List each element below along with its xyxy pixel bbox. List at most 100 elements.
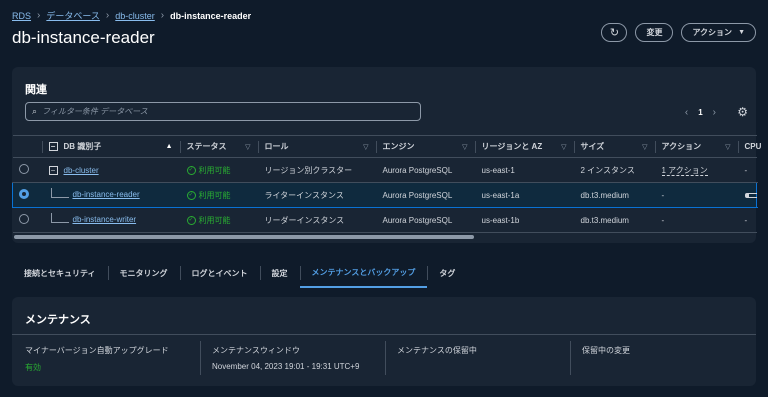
sort-icon: ▽ [245,144,251,151]
maintenance-window-value: November 04, 2023 19:01 - 19:31 UTC+9 [212,362,360,371]
divider [12,334,756,335]
region-cell: us-east-1b [475,207,575,233]
related-title: 関連 [25,84,47,96]
engine-cell: Aurora PostgreSQL [376,182,476,208]
size-cell: db.t3.medium [574,182,656,208]
region-cell: us-east-1 [475,157,575,183]
sort-icon: ▽ [642,144,648,151]
refresh-button[interactable]: ↻ [601,23,628,42]
collapse-all-icon[interactable]: − [48,142,58,151]
chevron-right-icon: › [160,10,165,21]
tree-connector [50,213,69,223]
role-cell: リージョン別クラスター [258,157,377,183]
cpu-bar-fill [745,193,749,197]
tab-logs-events[interactable]: ログとイベント [179,258,260,288]
row-radio-selected[interactable] [19,189,29,199]
header-cpu[interactable]: CPU [738,135,761,158]
table-settings-button[interactable]: ⚙ [737,105,748,119]
tab-tags[interactable]: タグ [427,258,467,288]
header-status[interactable]: ステータス ▽ [180,135,259,158]
pending-maintenance-field: メンテナンスの保留中 [397,345,477,362]
page-number[interactable]: 1 [698,108,702,117]
table-row[interactable]: db-instance-writer ✓ 利用可能 リーダーインスタンス Auro… [12,207,757,233]
table-header-row: − DB 識別子 ▲ ステータス ▽ ロール ▽ エンジン ▽ リージョンと AZ ▽ サイ… [12,135,761,158]
auto-upgrade-value: 有効 [25,363,41,372]
column-divider [570,341,571,375]
filter-placeholder: フィルター条件 データベース [42,107,148,116]
actions-label: アクション [692,28,733,37]
sort-icon: ▽ [561,144,567,151]
header-db-identifier[interactable]: − DB 識別子 ▲ [42,135,181,158]
header-actions[interactable]: アクション ▽ [655,135,739,158]
detail-tabs: 接続とセキュリティ モニタリング ログとイベント 設定 メンテナンスとバックアッ… [12,258,756,288]
tab-monitoring[interactable]: モニタリング [107,258,180,288]
breadcrumb-cluster[interactable]: db-cluster [115,11,155,21]
role-cell: リーダーインスタンス [258,207,377,233]
column-divider [200,341,201,375]
row-radio[interactable] [18,164,29,174]
sort-icon: ▽ [462,144,468,151]
tab-configuration[interactable]: 設定 [259,258,300,288]
modify-button[interactable]: 変更 [635,23,674,42]
engine-cell: Aurora PostgreSQL [376,207,476,233]
page-title: db-instance-reader [12,28,155,47]
chevron-right-icon: › [37,10,41,21]
action-count[interactable]: 1 アクション [661,165,708,176]
pending-maintenance-label: メンテナンスの保留中 [397,346,477,355]
tab-maintenance-backup[interactable]: メンテナンスとバックアップ [299,258,428,288]
top-actions: ↻ 変更 アクション ▼ [601,23,756,42]
cpu-bar [744,192,757,198]
breadcrumb-current: db-instance-reader [170,10,252,21]
sort-icon: ▽ [725,144,731,151]
breadcrumb-rds[interactable]: RDS [12,11,31,21]
breadcrumb: RDS › データベース › db-cluster › db-instance-… [12,9,251,22]
header-select [12,135,43,158]
maintenance-window-field: メンテナンスウィンドウ November 04, 2023 19:01 - 19… [212,345,359,371]
role-cell: ライターインスタンス [258,182,377,208]
table-row[interactable]: − db-cluster ✓ 利用可能 リージョン別クラスター Aurora Pos… [12,157,757,183]
status-text: 利用可能 [198,190,231,200]
action-cell: - [655,182,739,208]
next-page-icon[interactable]: › [713,107,716,118]
search-icon: ⌕ [32,106,38,116]
header-role[interactable]: ロール ▽ [258,135,377,158]
action-cell: - [655,207,739,233]
pending-changes-field: 保留中の変更 [582,345,630,362]
size-cell: db.t3.medium [574,207,656,233]
collapse-icon[interactable]: − [48,165,58,175]
pagination: ‹ 1 › [685,107,716,118]
sort-icon: ▽ [363,144,369,151]
auto-upgrade-label: マイナーバージョン自動アップグレード [25,346,169,355]
db-identifier-link[interactable]: db-instance-writer [73,215,137,224]
auto-upgrade-field: マイナーバージョン自動アップグレード 有効 [25,345,169,373]
actions-dropdown-button[interactable]: アクション ▼ [681,23,756,42]
prev-page-icon[interactable]: ‹ [685,107,688,118]
check-circle-icon: ✓ [186,165,196,175]
header-region-az[interactable]: リージョンと AZ ▽ [475,135,575,158]
row-radio[interactable] [18,214,29,224]
maintenance-panel: メンテナンス マイナーバージョン自動アップグレード 有効 メンテナンスウィンドウ… [12,297,756,386]
horizontal-scrollbar[interactable] [14,235,474,239]
region-cell: us-east-1a [475,182,575,208]
table-row[interactable]: db-instance-reader ✓ 利用可能 ライターインスタンス Auro… [12,182,757,208]
related-table: − DB 識別子 ▲ ステータス ▽ ロール ▽ エンジン ▽ リージョンと AZ ▽ サイ… [12,135,761,233]
check-circle-icon: ✓ [186,190,196,200]
status-text: 利用可能 [198,165,231,175]
db-identifier-link[interactable]: db-cluster [64,166,99,175]
size-cell: 2 インスタンス [574,157,656,183]
caret-down-icon: ▼ [738,29,745,36]
header-engine[interactable]: エンジン ▽ [376,135,476,158]
db-identifier-link[interactable]: db-instance-reader [73,190,140,199]
maintenance-title: メンテナンス [25,314,91,326]
cpu-cell: - [738,157,757,183]
sort-asc-icon: ▲ [165,143,173,150]
tree-connector [50,188,69,198]
breadcrumb-databases[interactable]: データベース [46,9,100,22]
tab-connectivity[interactable]: 接続とセキュリティ [12,258,108,288]
column-divider [385,341,386,375]
header-size[interactable]: サイズ ▽ [574,135,656,158]
refresh-icon: ↻ [609,27,620,39]
maintenance-window-label: メンテナンスウィンドウ [212,346,300,355]
related-panel: 関連 ⌕ フィルター条件 データベース ‹ 1 › ⚙ − DB 識別子 ▲ ステー… [12,67,761,243]
filter-input[interactable]: ⌕ フィルター条件 データベース [25,102,421,121]
